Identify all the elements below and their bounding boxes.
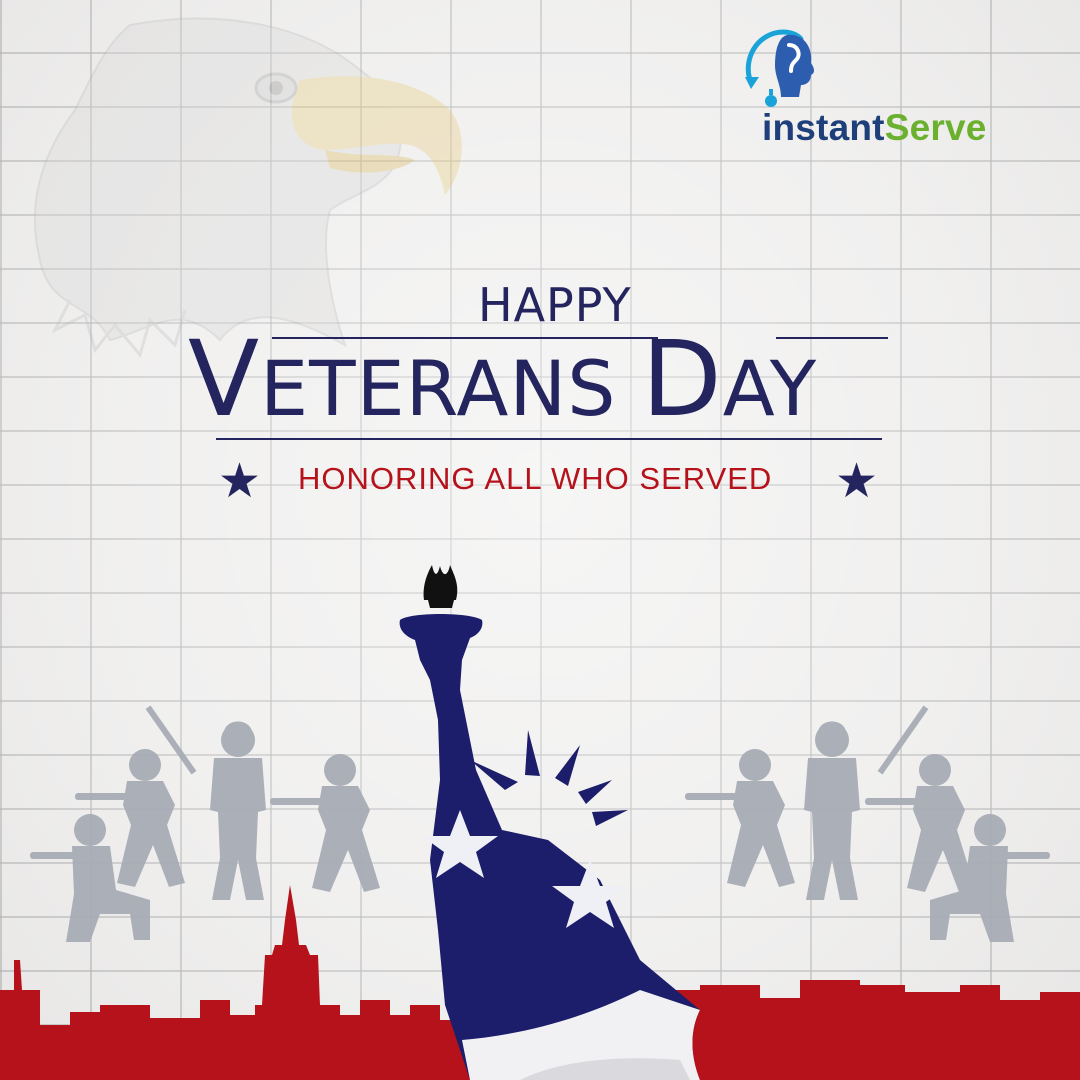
star-icon: ★ <box>835 455 879 508</box>
subtitle-text: HONORING ALL WHO SERVED <box>298 461 773 496</box>
star-icon: ★ <box>218 455 262 508</box>
veterans-day-title: VETERANS DAY <box>188 318 817 440</box>
title-rest-eterans: ETERANS <box>260 344 617 433</box>
soldier-silhouettes-right <box>685 705 1050 942</box>
title-rule-bottom <box>216 438 882 440</box>
instantserve-logo: instantServe <box>735 25 1055 148</box>
soldier-silhouettes-left <box>30 705 380 942</box>
brand-name-serve: Serve <box>884 107 987 148</box>
title-initial-d: D <box>641 318 723 440</box>
brand-name-instant: instant <box>762 107 885 148</box>
brand-name: instantServe <box>762 107 987 149</box>
title-initial-v: V <box>188 318 261 440</box>
title-rest-ay: AY <box>722 344 818 433</box>
veterans-day-poster: instantServe HAPPY VETERANS DAY ★ HONORI… <box>0 0 1080 1080</box>
